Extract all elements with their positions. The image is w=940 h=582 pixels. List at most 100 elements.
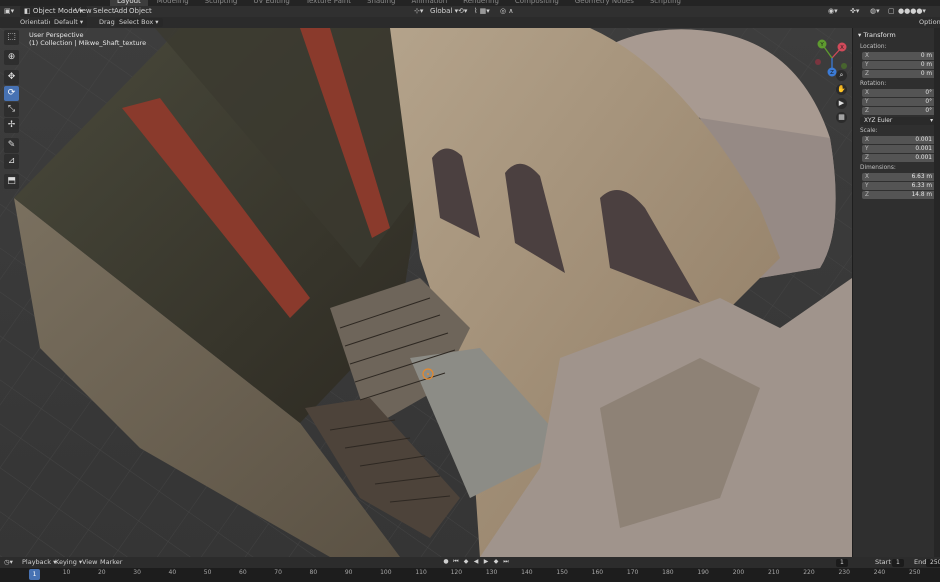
timeline-tick-label: 100 xyxy=(380,569,392,576)
transform-orientation-dropdown[interactable]: Global ▾ xyxy=(430,6,458,17)
measure-icon[interactable]: ⊿ xyxy=(4,154,19,169)
timeline-tick-label: 170 xyxy=(626,569,639,576)
scale-y-field[interactable]: Y 0.001 xyxy=(862,145,936,153)
camera-icon[interactable]: ▶ xyxy=(836,98,847,109)
sidebar-n-panel: ▾ Transform Location: X 0 m Y 0 m Z 0 m Rot… xyxy=(852,28,940,557)
rotation-z-field[interactable]: Z 0° xyxy=(862,107,936,115)
field-value: 6.33 m xyxy=(911,183,932,189)
shading-mode-icons[interactable]: ●●●●▾ xyxy=(898,6,926,17)
options-dropdown[interactable]: Options xyxy=(919,18,940,27)
rotation-y-field[interactable]: Y 0° xyxy=(862,98,936,106)
start-frame-field[interactable]: 1 xyxy=(892,558,904,567)
rotate-icon[interactable]: ⟳ xyxy=(4,86,19,101)
timeline-tick-label: 250 xyxy=(909,569,921,576)
menu-keying[interactable]: Keying ▾ xyxy=(55,557,82,568)
annotate-icon[interactable]: ✎ xyxy=(4,138,19,153)
timeline-editor-icon[interactable]: ◷▾ xyxy=(4,557,13,568)
orientation-dropdown[interactable]: Default ▾ xyxy=(50,18,88,27)
menu-marker[interactable]: Marker xyxy=(100,557,122,568)
location-y-field[interactable]: Y 0 m xyxy=(862,61,936,69)
grid-ortho-icon[interactable]: ▦ xyxy=(836,112,847,123)
play-reverse-icon[interactable]: ◀ xyxy=(472,558,480,566)
axis-label: Z xyxy=(865,71,869,77)
timeline-tick-label: 140 xyxy=(521,569,533,576)
end-frame-field[interactable]: 250 xyxy=(926,558,940,567)
gizmo-neg-x[interactable] xyxy=(815,59,821,65)
rotation-x-field[interactable]: X 0° xyxy=(862,89,936,97)
menu-playback[interactable]: Playback ▾ xyxy=(22,557,56,568)
dimensions-y-field[interactable]: Y 6.33 m xyxy=(862,182,936,190)
orientation-icon[interactable]: ⊹▾ xyxy=(414,6,423,17)
snap-icon[interactable]: ⌇ ▦▾ xyxy=(474,6,490,17)
playback-controls: ● ⏮ ◆ ◀ ▶ ◆ ⏭ xyxy=(442,558,510,566)
tool-settings-bar: Orientation: Default ▾ Drag: Select Box … xyxy=(0,17,940,28)
scale-x-field[interactable]: X 0.001 xyxy=(862,136,936,144)
gizmo-toggle-icon[interactable]: ✜▾ xyxy=(850,6,859,17)
3d-viewport[interactable]: User Perspective (1) Collection | Mikwe_… xyxy=(0,28,852,557)
current-frame-field[interactable]: 1 xyxy=(836,558,848,567)
transform-icon[interactable]: ✢ xyxy=(4,118,19,133)
axis-label: X xyxy=(865,137,869,143)
axis-label: Z xyxy=(865,192,869,198)
menu-view[interactable]: View xyxy=(75,6,92,17)
gizmo-z-label: Z xyxy=(830,70,834,76)
menu-add[interactable]: Add xyxy=(114,6,128,17)
select-box-icon[interactable]: ⬚ xyxy=(4,30,19,45)
dimensions-z-field[interactable]: Z 14.8 m xyxy=(862,191,936,199)
scale-icon[interactable]: ⤡ xyxy=(4,102,19,117)
record-icon[interactable]: ● xyxy=(442,558,450,566)
rotation-mode-value: XYZ Euler xyxy=(864,118,893,124)
sidebar-vertical-tabs[interactable] xyxy=(934,28,940,557)
navigation-gizmo[interactable]: X Y Z xyxy=(810,36,854,82)
axis-label: Y xyxy=(865,62,869,68)
pivot-icon[interactable]: ⟲▾ xyxy=(458,6,467,17)
field-value: 0° xyxy=(925,108,932,114)
jump-start-icon[interactable]: ⏮ xyxy=(452,558,460,566)
rotation-mode-dropdown[interactable]: XYZ Euler ▾ xyxy=(860,117,936,125)
chevron-down-icon: ▾ xyxy=(930,118,933,124)
move-icon[interactable]: ✥ xyxy=(4,70,19,85)
start-label: Start xyxy=(875,558,891,566)
timeline-tick-label: 240 xyxy=(873,569,886,576)
jump-end-icon[interactable]: ⏭ xyxy=(502,558,510,566)
menu-keying-label: Keying xyxy=(55,558,77,566)
dimensions-x-field[interactable]: X 6.63 m xyxy=(862,173,936,181)
zoom-icon[interactable]: ⌕ xyxy=(836,70,847,81)
field-value: 0.001 xyxy=(915,146,932,152)
proportional-edit-icon[interactable]: ◎ ∧ xyxy=(500,6,513,17)
overlay-toggle-icon[interactable]: ◍▾ xyxy=(870,6,880,17)
menu-select[interactable]: Select xyxy=(93,6,115,17)
drag-dropdown[interactable]: Select Box ▾ xyxy=(115,18,163,27)
timeline-tick-label: 200 xyxy=(732,569,745,576)
axis-label: Y xyxy=(865,99,869,105)
playhead[interactable]: 1 xyxy=(29,569,40,580)
transform-section-header[interactable]: ▾ Transform xyxy=(858,31,896,39)
timeline-tick-label: 190 xyxy=(697,569,709,576)
rotation-label: Rotation: xyxy=(860,81,887,87)
scale-z-field[interactable]: Z 0.001 xyxy=(862,154,936,162)
menu-object[interactable]: Object xyxy=(129,6,152,17)
timeline-tick-label: 20 xyxy=(97,569,106,576)
cursor-icon[interactable]: ⊕ xyxy=(4,50,19,65)
editor-type-icon[interactable]: ▣▾ xyxy=(4,6,14,17)
next-key-icon[interactable]: ◆ xyxy=(492,558,500,566)
location-z-field[interactable]: Z 0 m xyxy=(862,70,936,78)
field-value: 0 m xyxy=(920,62,932,68)
add-cube-icon[interactable]: ⬒ xyxy=(4,174,19,189)
dimensions-label: Dimensions: xyxy=(860,165,896,171)
xray-icon[interactable]: ▢ xyxy=(888,6,895,17)
gizmo-neg-y[interactable] xyxy=(841,63,847,69)
play-icon[interactable]: ▶ xyxy=(482,558,490,566)
location-x-field[interactable]: X 0 m xyxy=(862,52,936,60)
visibility-icon[interactable]: ◉▾ xyxy=(828,6,838,17)
timeline-tick-label: 160 xyxy=(591,569,604,576)
menu-view-timeline[interactable]: View xyxy=(82,557,97,568)
collection-label: (1) Collection | Mikwe_Shaft_texture xyxy=(29,39,147,47)
pan-hand-icon[interactable]: ✋ xyxy=(836,84,847,95)
viewport-scene xyxy=(0,28,852,557)
field-value: 0.001 xyxy=(915,137,932,143)
prev-key-icon[interactable]: ◆ xyxy=(462,558,470,566)
viewport-header: ▣▾ ◧ Object Mode ▾ View Select Add Objec… xyxy=(0,6,940,17)
timeline-tick-label: 150 xyxy=(556,569,568,576)
timeline-ruler[interactable]: 1102030405060708090100110120130140150160… xyxy=(0,568,940,582)
